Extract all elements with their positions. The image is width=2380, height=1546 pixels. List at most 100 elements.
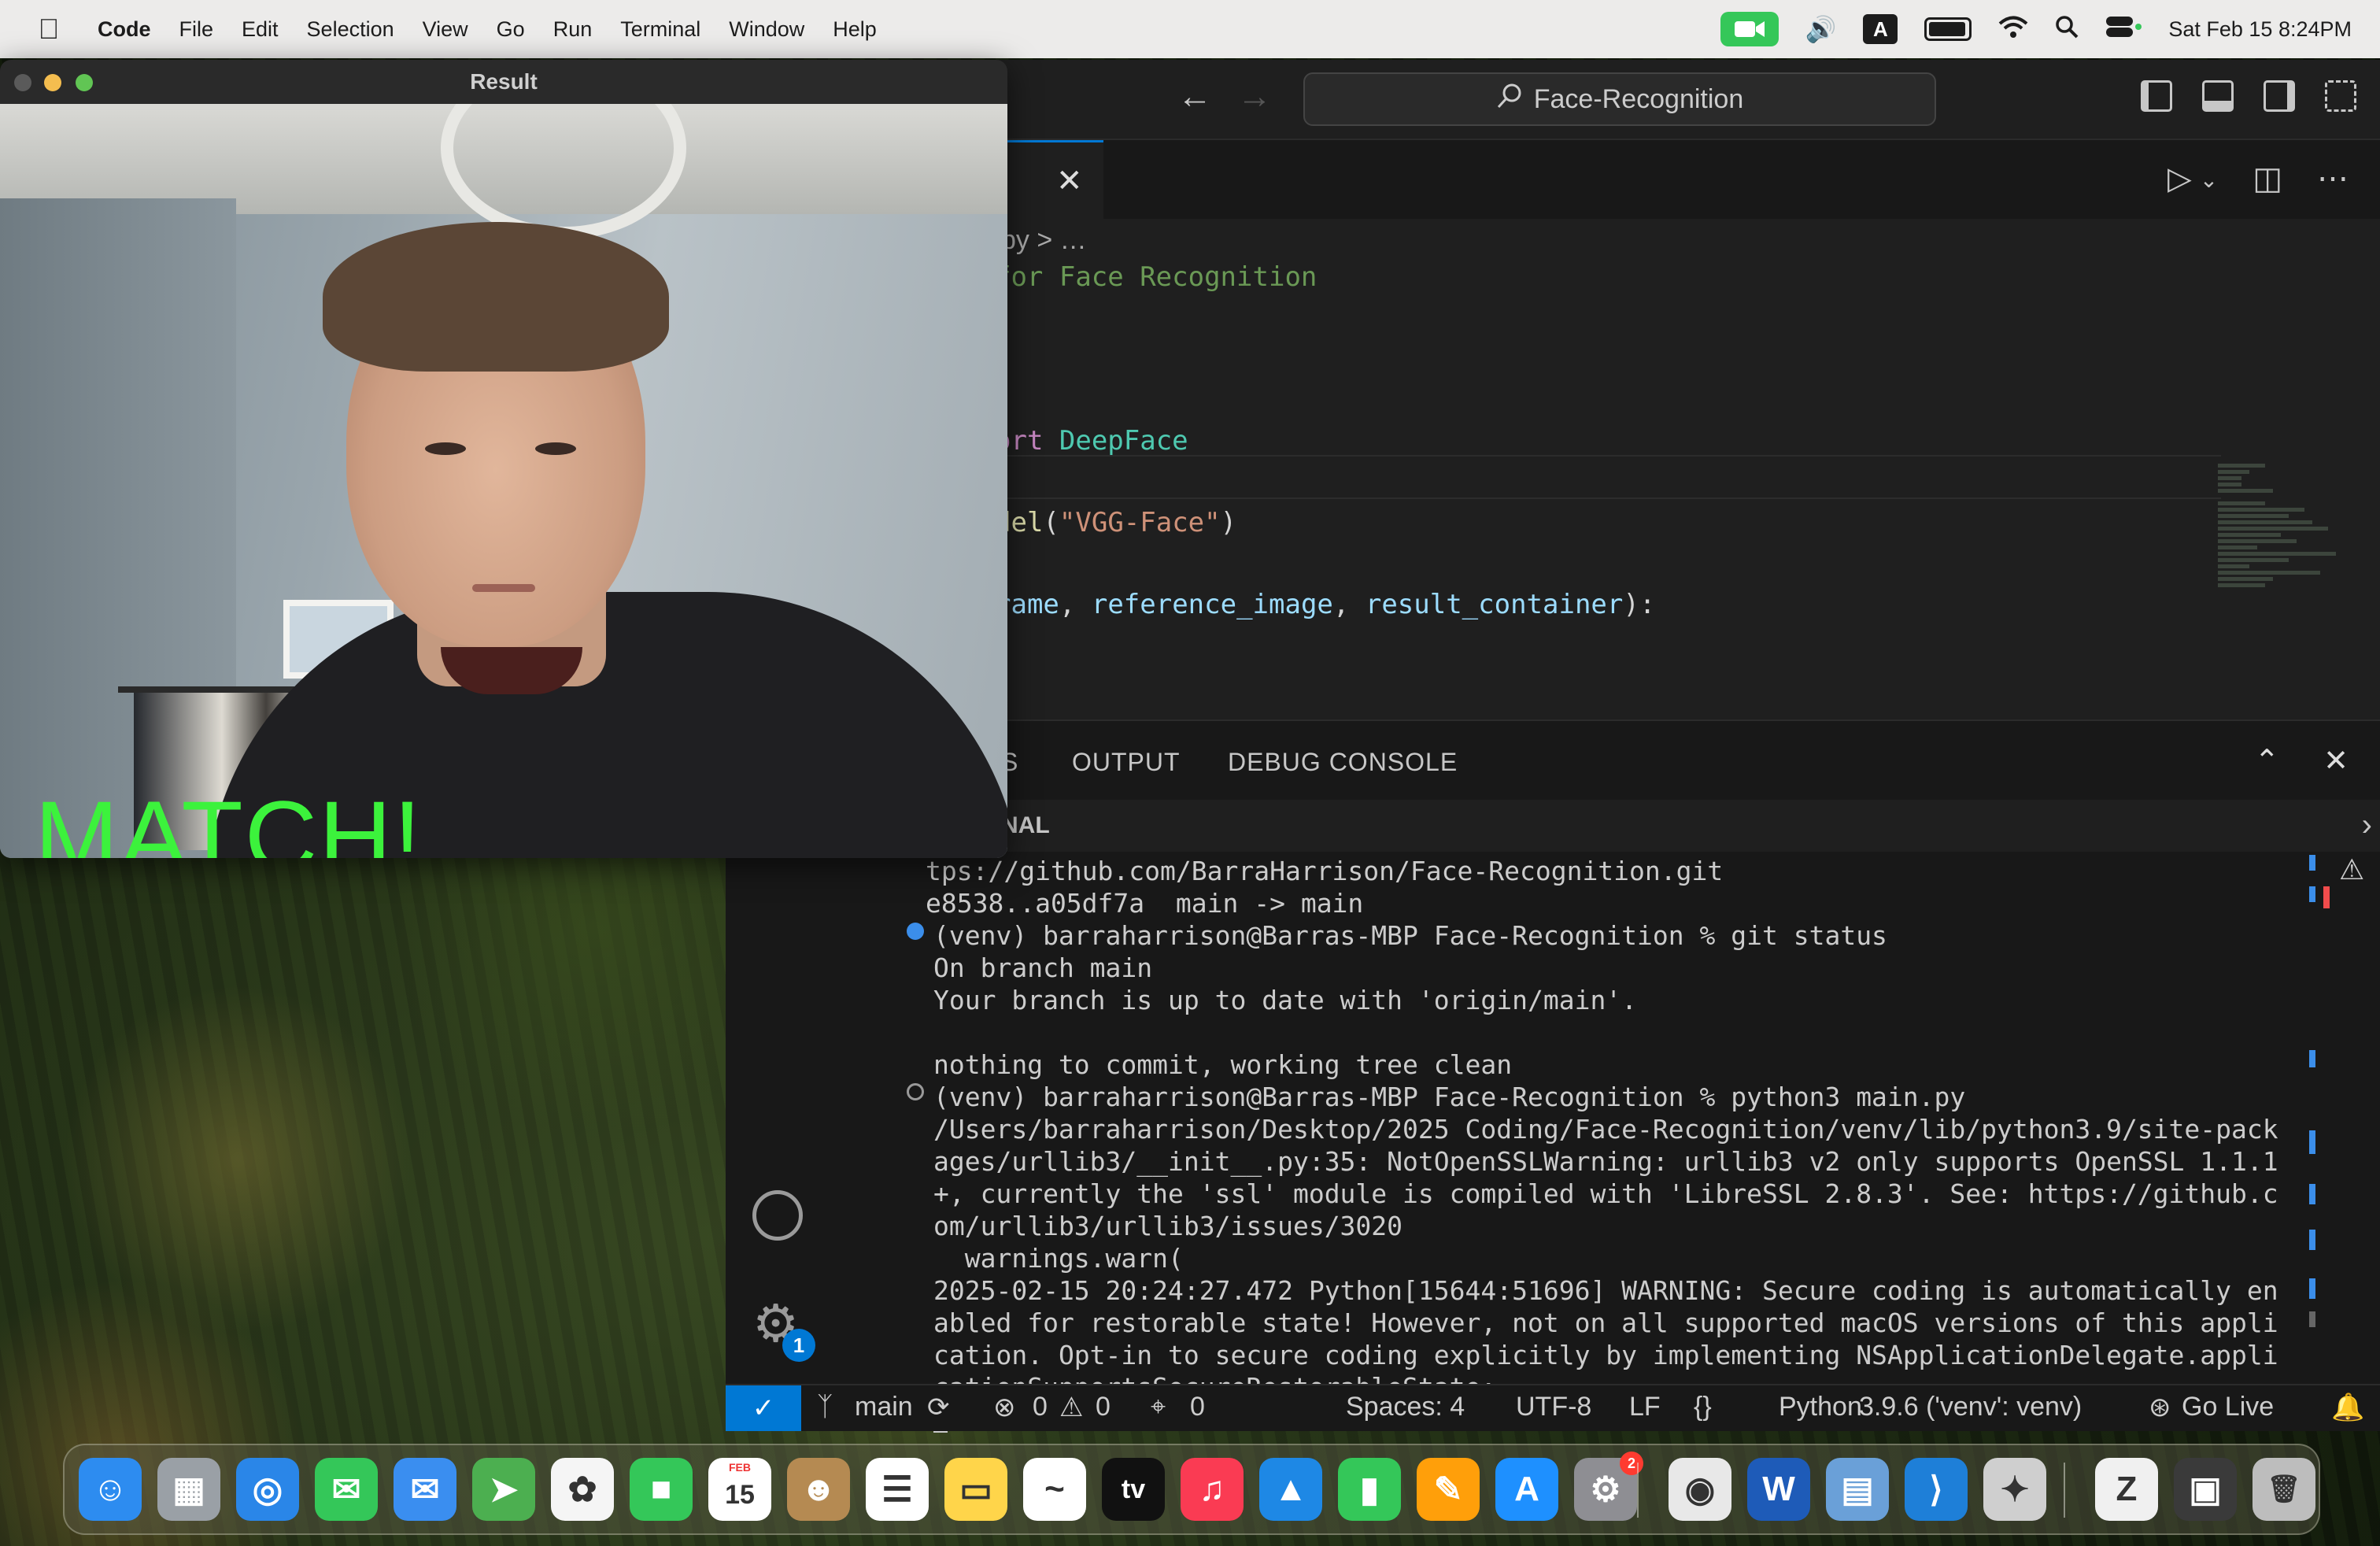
status-interpreter[interactable]: 3.9.6 ('venv': venv) <box>1859 1392 2082 1422</box>
rocket-icon[interactable]: ✦ <box>1983 1458 2046 1521</box>
status-go-live[interactable]: Go Live <box>2182 1392 2274 1422</box>
command-success-dot-icon[interactable] <box>907 923 924 940</box>
tv-icon[interactable]: tv <box>1102 1458 1165 1521</box>
wifi-icon[interactable] <box>1998 15 2028 44</box>
command-running-dot-icon[interactable] <box>907 1083 924 1100</box>
launchpad-glyph: ▦ <box>172 1470 205 1509</box>
chrome-icon[interactable]: ◉ <box>1669 1458 1731 1521</box>
photos-icon[interactable]: ✿ <box>551 1458 614 1521</box>
status-encoding[interactable]: UTF-8 <box>1516 1392 1591 1422</box>
terminal-scrollbar[interactable] <box>2309 855 2317 1327</box>
volume-icon[interactable]: 🔊 <box>1805 14 1837 44</box>
camera-in-use-icon[interactable] <box>1720 12 1779 46</box>
ports-icon[interactable]: ⌖ <box>1151 1392 1166 1422</box>
menu-selection[interactable]: Selection <box>307 17 394 42</box>
minimap[interactable] <box>2218 461 2352 666</box>
menu-terminal[interactable]: Terminal <box>620 17 700 42</box>
facetime-icon[interactable]: ■ <box>630 1458 693 1521</box>
launchpad-icon[interactable]: ▦ <box>157 1458 220 1521</box>
status-warnings[interactable]: 0 <box>1096 1392 1111 1422</box>
clock[interactable]: Sat Feb 15 8:24PM <box>2168 17 2352 42</box>
remote-indicator-icon[interactable]: ✓ <box>726 1385 801 1431</box>
mail-glyph: ✉ <box>410 1470 440 1509</box>
forward-arrow-icon[interactable]: → <box>1237 77 1272 117</box>
vscode-icon[interactable]: ⟩ <box>1905 1458 1968 1521</box>
menu-edit[interactable]: Edit <box>242 17 279 42</box>
keynote-icon[interactable]: ▲ <box>1259 1458 1322 1521</box>
terminal-output[interactable]: tps://github.com/BarraHarrison/Face-Reco… <box>926 855 2334 1403</box>
screenshot-icon[interactable]: ▣ <box>2174 1458 2237 1521</box>
menu-run[interactable]: Run <box>553 17 593 42</box>
language-braces-icon[interactable]: {} <box>1694 1392 1712 1422</box>
run-python-icon[interactable]: ▷ <box>2168 161 2192 197</box>
numbers-icon[interactable]: ▮ <box>1338 1458 1401 1521</box>
breadcrumb[interactable]: py > … <box>1001 225 1087 256</box>
maximize-panel-chevron-icon[interactable]: ⌃ <box>2254 743 2279 779</box>
zoom-window-button[interactable] <box>76 74 93 91</box>
command-center-search[interactable]: Face-Recognition <box>1303 72 1936 126</box>
status-ports[interactable]: 0 <box>1190 1392 1205 1422</box>
app-store-icon[interactable]: A <box>1495 1458 1558 1521</box>
terminal-expand-chevron-icon[interactable]: › <box>2362 808 2372 843</box>
reminders-icon[interactable]: ☰ <box>866 1458 929 1521</box>
accounts-icon[interactable] <box>752 1190 803 1241</box>
status-language[interactable]: Python <box>1779 1392 1862 1422</box>
toggle-panel-icon[interactable] <box>2202 80 2234 112</box>
calendar-icon[interactable]: 15 FEB <box>708 1458 771 1521</box>
word-icon[interactable]: W <box>1747 1458 1810 1521</box>
customize-layout-icon[interactable] <box>2325 80 2356 112</box>
messages-icon[interactable]: ✉ <box>315 1458 378 1521</box>
menu-go[interactable]: Go <box>497 17 525 42</box>
music-icon[interactable]: ♫ <box>1181 1458 1244 1521</box>
chrome-glyph: ◉ <box>1684 1470 1716 1509</box>
finder-icon[interactable]: ☺ <box>79 1458 142 1521</box>
menu-file[interactable]: File <box>179 17 214 42</box>
status-eol[interactable]: LF <box>1629 1392 1661 1422</box>
minimize-window-button[interactable] <box>44 74 61 91</box>
status-indentation[interactable]: Spaces: 4 <box>1346 1392 1465 1422</box>
error-icon[interactable]: ⊗ <box>993 1392 1016 1423</box>
run-dropdown-chevron-icon[interactable]: ⌄ <box>2200 161 2218 197</box>
apple-menu-icon[interactable]:  <box>31 13 66 46</box>
terminal-line: (venv) barraharrison@Barras-MBP Face-Rec… <box>933 920 1887 951</box>
freeform-icon[interactable]: ~ <box>1023 1458 1086 1521</box>
keyboard-input-icon[interactable]: A <box>1863 14 1898 44</box>
branch-icon[interactable]: ᛉ <box>817 1392 833 1422</box>
mail-icon[interactable]: ✉ <box>394 1458 456 1521</box>
close-panel-icon[interactable]: ✕ <box>2323 743 2349 779</box>
result-window-titlebar[interactable]: Result <box>0 60 1007 105</box>
terminal-tab-label[interactable]: NAL <box>1001 812 1050 839</box>
preview-icon[interactable]: ▤ <box>1826 1458 1889 1521</box>
battery-icon[interactable] <box>1924 17 1972 41</box>
menu-window[interactable]: Window <box>729 17 804 42</box>
warning-status-icon[interactable]: ⚠ <box>1059 1392 1083 1423</box>
notes-icon[interactable]: ▭ <box>944 1458 1007 1521</box>
warning-icon[interactable]: ⚠ <box>2339 853 2364 886</box>
menu-app-code[interactable]: Code <box>98 17 151 42</box>
status-branch[interactable]: main <box>855 1392 913 1422</box>
notifications-bell-icon[interactable]: 🔔 <box>2331 1392 2364 1423</box>
contacts-icon[interactable]: ☻ <box>787 1458 850 1521</box>
close-window-button[interactable] <box>14 74 31 91</box>
menu-view[interactable]: View <box>423 17 468 42</box>
tab-debug-console[interactable]: DEBUG CONSOLE <box>1228 748 1458 777</box>
control-center-icon[interactable] <box>2105 15 2142 44</box>
zip-file-icon[interactable]: Z <box>2095 1458 2158 1521</box>
maps-icon[interactable]: ➤ <box>472 1458 535 1521</box>
spotlight-search-icon[interactable] <box>2055 15 2079 44</box>
status-errors[interactable]: 0 <box>1033 1392 1048 1422</box>
trash-icon[interactable]: 🗑 <box>2252 1458 2315 1521</box>
menu-help[interactable]: Help <box>833 17 877 42</box>
tab-output[interactable]: OUTPUT <box>1072 748 1181 777</box>
broadcast-icon[interactable]: ⊛ <box>2149 1392 2171 1423</box>
sync-icon[interactable]: ⟳ <box>927 1392 950 1423</box>
toggle-secondary-sidebar-icon[interactable] <box>2264 80 2295 112</box>
toggle-primary-sidebar-icon[interactable] <box>2141 80 2172 112</box>
safari-icon[interactable]: ◎ <box>236 1458 299 1521</box>
pages-icon[interactable]: ✎ <box>1417 1458 1480 1521</box>
close-icon[interactable]: ✕ <box>1056 163 1083 199</box>
system-settings-icon[interactable]: ⚙ 2 <box>1574 1452 1643 1521</box>
split-editor-icon[interactable]: ◫ <box>2252 161 2282 197</box>
back-arrow-icon[interactable]: ← <box>1177 77 1212 117</box>
more-actions-icon[interactable]: ⋯ <box>2317 161 2349 197</box>
